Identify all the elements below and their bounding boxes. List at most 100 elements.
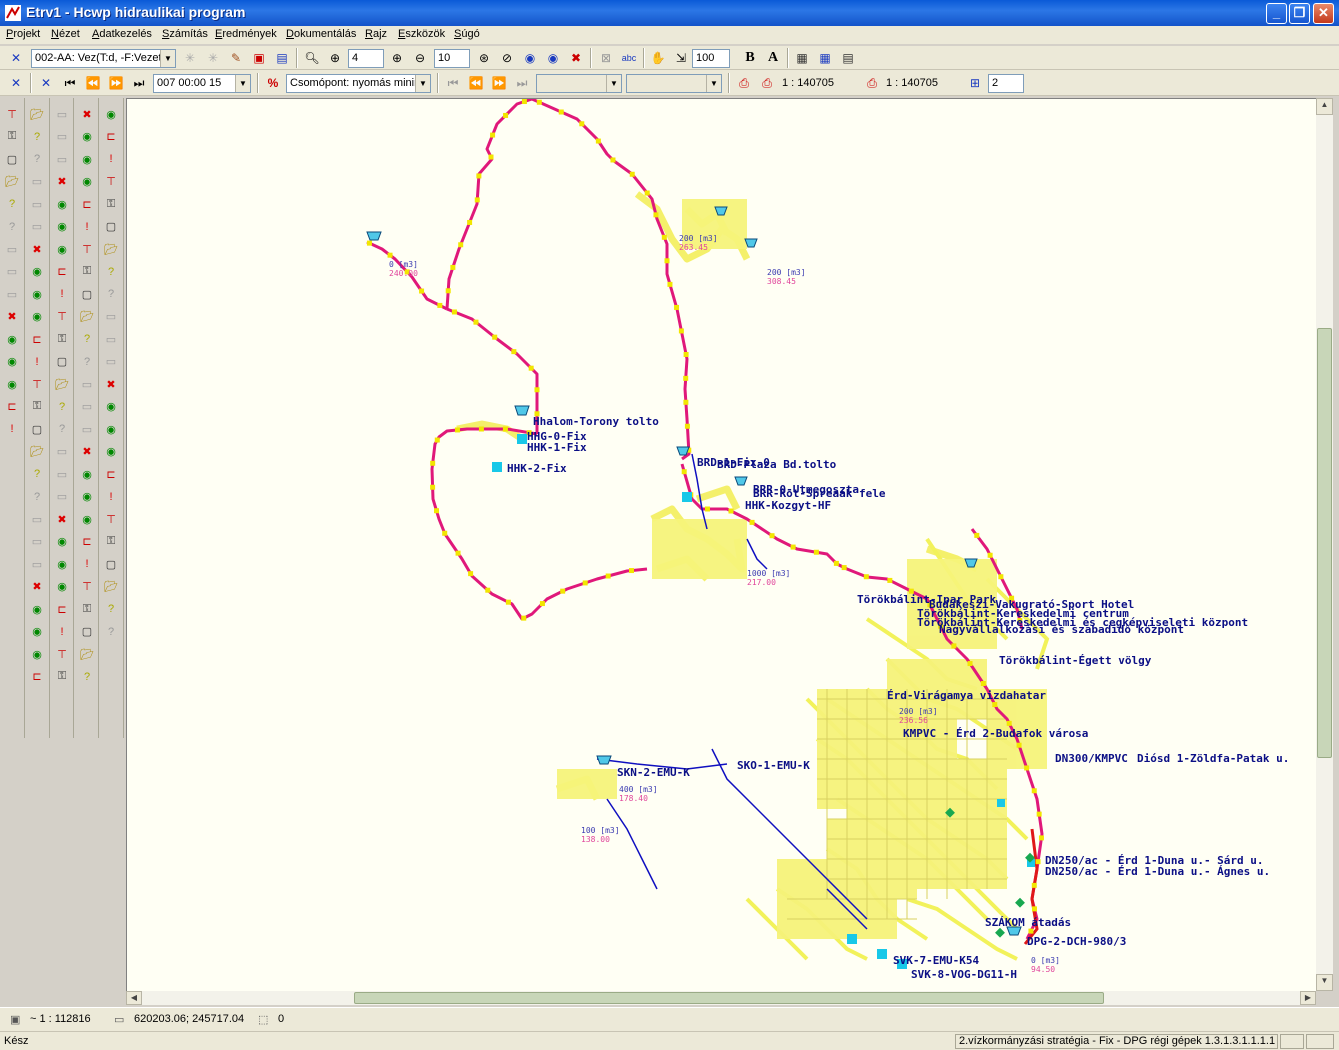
- palette-layer2-icon[interactable]: ▭: [52, 127, 72, 147]
- palette-db2-icon[interactable]: ◉: [101, 419, 121, 439]
- palette-tree-icon[interactable]: ⊤: [101, 509, 121, 529]
- close-button[interactable]: ✕: [1313, 3, 1334, 24]
- palette-layer3-icon[interactable]: ▭: [2, 284, 22, 304]
- zoom-step-field[interactable]: 10: [434, 49, 470, 68]
- minimize-button[interactable]: _: [1266, 3, 1287, 24]
- abc-label-icon[interactable]: abc: [619, 48, 639, 68]
- palette-layer-icon[interactable]: ▭: [52, 104, 72, 124]
- palette-layer2-icon[interactable]: ▭: [27, 532, 47, 552]
- find-node-icon[interactable]: ◉: [520, 48, 540, 68]
- palette-bracket-icon[interactable]: ⊏: [52, 599, 72, 619]
- palette-alert-icon[interactable]: !: [77, 217, 97, 237]
- palette-key-icon[interactable]: ⚿: [77, 599, 97, 619]
- print-icon[interactable]: ⎙: [734, 73, 754, 93]
- scroll-down-button[interactable]: ▼: [1316, 974, 1333, 991]
- palette-db3-icon[interactable]: ◉: [77, 509, 97, 529]
- palette-help-icon[interactable]: ?: [101, 599, 121, 619]
- palette-db3-icon[interactable]: ◉: [101, 104, 121, 124]
- palette-delete-icon[interactable]: ✖: [52, 509, 72, 529]
- text-button[interactable]: A: [763, 48, 783, 68]
- palette-bracket-icon[interactable]: ⊏: [77, 532, 97, 552]
- palette-layer3-icon[interactable]: ▭: [27, 554, 47, 574]
- layers-icon[interactable]: ▣: [249, 48, 269, 68]
- palette-key-icon[interactable]: ⚿: [77, 262, 97, 282]
- palette-tree-icon[interactable]: ⊤: [77, 577, 97, 597]
- palette-open-icon[interactable]: 📂︎: [77, 307, 97, 327]
- scroll-right-button[interactable]: ▶: [1300, 991, 1316, 1005]
- palette-alert-icon[interactable]: !: [101, 487, 121, 507]
- palette-help2-icon[interactable]: ?: [101, 284, 121, 304]
- maximize-button[interactable]: ❐: [1289, 3, 1310, 24]
- palette-db3-icon[interactable]: ◉: [52, 239, 72, 259]
- palette-help-icon[interactable]: ?: [101, 262, 121, 282]
- palette-key-icon[interactable]: ⚿: [101, 194, 121, 214]
- palette-layer2-icon[interactable]: ▭: [2, 262, 22, 282]
- palette-new-icon[interactable]: ▢: [2, 149, 22, 169]
- menu-projekt[interactable]: Projekt: [6, 28, 40, 40]
- first-step-icon[interactable]: ⏮: [60, 73, 80, 93]
- palette-help2-icon[interactable]: ?: [2, 217, 22, 237]
- palette-layer-icon[interactable]: ▭: [52, 442, 72, 462]
- palette-bracket-icon[interactable]: ⊏: [101, 464, 121, 484]
- palette-new-icon[interactable]: ▢: [101, 554, 121, 574]
- palette-tree-icon[interactable]: ⊤: [77, 239, 97, 259]
- palette-key-icon[interactable]: ⚿: [2, 127, 22, 147]
- menu-nezet[interactable]: Nézet: [51, 28, 80, 40]
- palette-db2-icon[interactable]: ◉: [77, 149, 97, 169]
- palette-db2-icon[interactable]: ◉: [2, 352, 22, 372]
- palette-tree-icon[interactable]: ⊤: [27, 374, 47, 394]
- palette-open-icon[interactable]: 📂︎: [27, 442, 47, 462]
- print-scale-icon-2[interactable]: ⎙: [862, 73, 882, 93]
- palette-db3-icon[interactable]: ◉: [27, 644, 47, 664]
- find-clear-icon[interactable]: ✖: [566, 48, 586, 68]
- palette-tree-icon[interactable]: ⊤: [101, 172, 121, 192]
- palette-bracket-icon[interactable]: ⊏: [77, 194, 97, 214]
- map-canvas[interactable]: 0 [m3] 240.00 200 [m3] 263.45 200 [m3] 308.…: [126, 98, 1316, 991]
- list-icon[interactable]: ▤: [838, 48, 858, 68]
- zoom-in-icon[interactable]: ⊕: [387, 48, 407, 68]
- palette-help-icon[interactable]: ?: [77, 329, 97, 349]
- palette-db-icon[interactable]: ◉: [27, 599, 47, 619]
- menu-sugo[interactable]: Súgó: [454, 28, 480, 40]
- palette-bracket-icon[interactable]: ⊏: [52, 262, 72, 282]
- palette-open-icon[interactable]: 📂︎: [52, 374, 72, 394]
- vertical-scrollbar[interactable]: ▲ ▼: [1316, 98, 1333, 991]
- palette-layer-icon[interactable]: ▭: [2, 239, 22, 259]
- palette-tree-icon[interactable]: ⊤: [52, 644, 72, 664]
- palette-db-icon[interactable]: ◉: [52, 532, 72, 552]
- result-type-select[interactable]: Csomópont: nyomás minim ▼: [286, 74, 431, 93]
- symbol-scale-field[interactable]: 100: [692, 49, 730, 68]
- simulation-icon[interactable]: ✕: [36, 73, 56, 93]
- vertical-scroll-thumb[interactable]: [1317, 328, 1332, 758]
- anim-first-icon[interactable]: ⏮: [443, 73, 463, 93]
- palette-delete-icon[interactable]: ✖: [27, 577, 47, 597]
- palette-layer2-icon[interactable]: ▭: [101, 329, 121, 349]
- anim-next-icon[interactable]: ⏩: [489, 73, 509, 93]
- palette-layer3-icon[interactable]: ▭: [52, 487, 72, 507]
- palette-alert-icon[interactable]: !: [101, 149, 121, 169]
- label-off-icon[interactable]: ⊠: [596, 48, 616, 68]
- palette-delete-icon[interactable]: ✖: [101, 374, 121, 394]
- horizontal-scrollbar[interactable]: ◀ ▶: [126, 991, 1316, 1005]
- palette-help2-icon[interactable]: ?: [52, 419, 72, 439]
- palette-new-icon[interactable]: ▢: [77, 622, 97, 642]
- palette-layer3-icon[interactable]: ▭: [27, 217, 47, 237]
- palette-help-icon[interactable]: ?: [2, 194, 22, 214]
- table-icon[interactable]: ▦: [792, 48, 812, 68]
- menu-rajz[interactable]: Rajz: [365, 28, 387, 40]
- palette-key-icon[interactable]: ⚿: [101, 532, 121, 552]
- palette-db-icon[interactable]: ◉: [2, 329, 22, 349]
- palette-layer2-icon[interactable]: ▭: [52, 464, 72, 484]
- grid-icon[interactable]: ▦: [815, 48, 835, 68]
- next-step-icon[interactable]: ⏩: [106, 73, 126, 93]
- scroll-left-button[interactable]: ◀: [126, 991, 142, 1005]
- horizontal-scroll-thumb[interactable]: [354, 992, 1104, 1004]
- palette-db-icon[interactable]: ◉: [77, 464, 97, 484]
- palette-db2-icon[interactable]: ◉: [27, 622, 47, 642]
- menu-dokumentalas[interactable]: Dokumentálás: [286, 28, 356, 40]
- network-icon[interactable]: ✕: [6, 48, 26, 68]
- menu-eszkozok[interactable]: Eszközök: [398, 28, 445, 40]
- menu-adatkezeles[interactable]: Adatkezelés: [92, 28, 152, 40]
- palette-help2-icon[interactable]: ?: [101, 622, 121, 642]
- palette-delete-icon[interactable]: ✖: [77, 442, 97, 462]
